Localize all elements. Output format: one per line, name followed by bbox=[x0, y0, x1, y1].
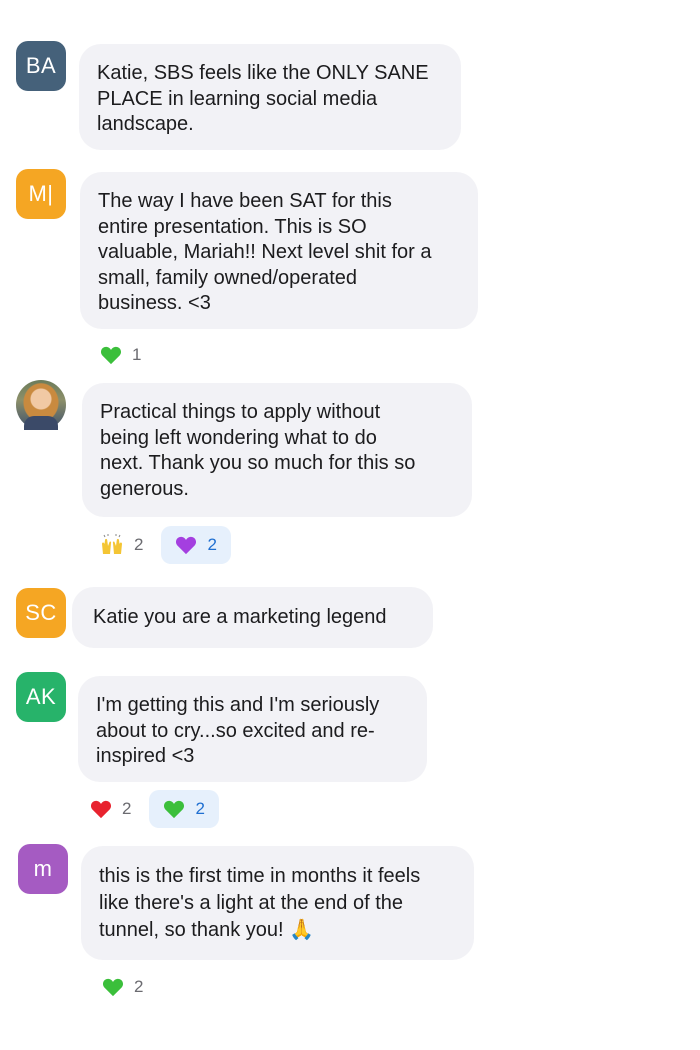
avatar[interactable]: AK bbox=[16, 672, 66, 722]
green-heart-icon bbox=[100, 345, 122, 365]
message-bubble: Practical things to apply without being … bbox=[82, 383, 472, 517]
avatar[interactable]: M| bbox=[16, 169, 66, 219]
reaction-green-heart[interactable]: 2 bbox=[88, 968, 157, 1006]
green-heart-icon bbox=[102, 977, 124, 997]
reaction-purple-heart[interactable]: 2 bbox=[161, 526, 231, 564]
message-bubble: this is the first time in months it feel… bbox=[81, 846, 474, 960]
avatar[interactable]: SC bbox=[16, 588, 66, 638]
message-text: The way I have been SAT for this entire … bbox=[98, 190, 432, 314]
message-bubble: Katie, SBS feels like the ONLY SANE PLAC… bbox=[79, 44, 461, 150]
reaction-count: 2 bbox=[134, 977, 144, 996]
message-text: Practical things to apply without being … bbox=[100, 401, 416, 500]
message-text: I'm getting this and I'm seriously about… bbox=[96, 694, 380, 767]
avatar-photo bbox=[24, 416, 58, 430]
reaction-raising-hands[interactable]: 2 bbox=[86, 526, 157, 564]
green-heart-icon bbox=[163, 799, 185, 819]
reaction-bar: 2 2 bbox=[86, 526, 235, 564]
reaction-count: 2 bbox=[195, 799, 205, 818]
message-bubble: I'm getting this and I'm seriously about… bbox=[78, 676, 427, 782]
message-text: Katie you are a marketing legend bbox=[93, 606, 387, 628]
avatar[interactable] bbox=[16, 380, 66, 430]
reaction-count: 1 bbox=[132, 345, 142, 364]
avatar[interactable]: m bbox=[18, 844, 68, 894]
reaction-bar: 1 bbox=[86, 336, 159, 374]
reaction-count: 2 bbox=[207, 535, 217, 554]
reaction-count: 2 bbox=[122, 799, 132, 818]
message-bubble: Katie you are a marketing legend bbox=[72, 587, 433, 648]
reaction-red-heart[interactable]: 2 bbox=[76, 790, 145, 828]
reaction-green-heart[interactable]: 1 bbox=[86, 336, 155, 374]
avatar[interactable]: BA bbox=[16, 41, 66, 91]
message-bubble: The way I have been SAT for this entire … bbox=[80, 172, 478, 329]
raising-hands-icon bbox=[100, 534, 124, 556]
purple-heart-icon bbox=[175, 535, 197, 555]
reaction-green-heart[interactable]: 2 bbox=[149, 790, 219, 828]
reaction-count: 2 bbox=[134, 535, 144, 554]
reaction-bar: 2 bbox=[88, 968, 161, 1006]
message-text: Katie, SBS feels like the ONLY SANE PLAC… bbox=[97, 62, 429, 135]
message-text: this is the first time in months it feel… bbox=[99, 865, 421, 941]
red-heart-icon bbox=[90, 799, 112, 819]
reaction-bar: 2 2 bbox=[76, 790, 223, 828]
